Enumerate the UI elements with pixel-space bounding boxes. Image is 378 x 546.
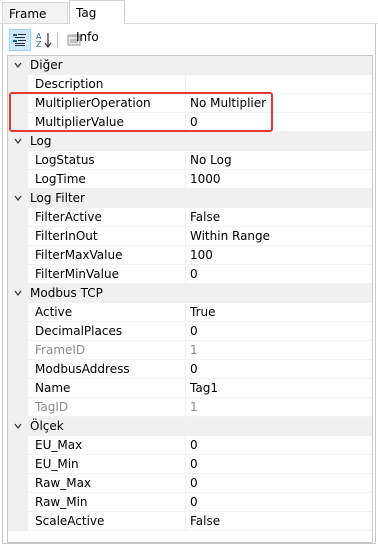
property-row[interactable]: FrameID 1 xyxy=(8,341,372,360)
category-label: Log Filter xyxy=(30,191,85,205)
property-value[interactable]: 0 xyxy=(186,322,372,341)
property-row[interactable]: Active True xyxy=(8,303,372,322)
property-name-readonly: TagID xyxy=(28,398,186,417)
property-row[interactable]: EU_Max 0 xyxy=(8,436,372,455)
property-name: Raw_Max xyxy=(28,474,186,493)
property-value[interactable]: 0 xyxy=(186,474,372,493)
property-row[interactable]: Description xyxy=(8,75,372,94)
property-value[interactable]: 0 xyxy=(186,360,372,379)
property-name: LogTime xyxy=(28,170,186,189)
property-value[interactable]: No Multiplier xyxy=(186,94,372,113)
property-name: Description xyxy=(28,75,186,94)
property-value[interactable]: Within Range xyxy=(186,227,372,246)
property-value[interactable]: True xyxy=(186,303,372,322)
property-value[interactable]: 0 xyxy=(186,493,372,512)
svg-text:Z: Z xyxy=(36,40,42,49)
property-row[interactable]: ModbusAddress 0 xyxy=(8,360,372,379)
category-row[interactable]: Log xyxy=(8,132,372,151)
property-value[interactable]: 0 xyxy=(186,265,372,284)
tab-strip: Frame Info Tag Info xyxy=(0,0,378,44)
property-value[interactable]: 0 xyxy=(186,455,372,474)
property-name: MultiplierOperation xyxy=(28,94,186,113)
property-row[interactable]: LogStatus No Log xyxy=(8,151,372,170)
alphabetical-icon: A Z xyxy=(36,32,52,49)
category-label: Diğer xyxy=(30,58,63,72)
property-row[interactable]: MultiplierOperation No Multiplier xyxy=(8,94,372,113)
property-name: ModbusAddress xyxy=(28,360,186,379)
property-name: EU_Min xyxy=(28,455,186,474)
property-row[interactable]: DecimalPlaces 0 xyxy=(8,322,372,341)
property-value-readonly: 1 xyxy=(186,341,372,360)
property-row[interactable]: FilterActive False xyxy=(8,208,372,227)
property-value-readonly: 1 xyxy=(186,398,372,417)
property-toolbar: A Z xyxy=(3,24,375,54)
property-value[interactable]: 0 xyxy=(186,436,372,455)
property-value[interactable]: False xyxy=(186,512,372,531)
property-grid: Diğer Description MultiplierOperation No … xyxy=(7,55,373,543)
property-name: EU_Max xyxy=(28,436,186,455)
property-row[interactable]: EU_Min 0 xyxy=(8,455,372,474)
property-name: Name xyxy=(28,379,186,398)
property-row[interactable]: FilterMaxValue 100 xyxy=(8,246,372,265)
property-name: FilterActive xyxy=(28,208,186,227)
property-row[interactable]: ScaleActive False xyxy=(8,512,372,531)
chevron-down-icon[interactable] xyxy=(14,138,22,144)
property-name: DecimalPlaces xyxy=(28,322,186,341)
category-label: Log xyxy=(30,134,52,148)
property-value[interactable] xyxy=(186,75,372,94)
category-row[interactable]: Log Filter xyxy=(8,189,372,208)
category-row[interactable]: Ölçek xyxy=(8,417,372,436)
alphabetical-button[interactable]: A Z xyxy=(33,29,55,51)
property-row[interactable]: Raw_Min 0 xyxy=(8,493,372,512)
toolbar-separator xyxy=(57,32,58,48)
category-label: Modbus TCP xyxy=(30,286,103,300)
property-row[interactable]: Name Tag1 xyxy=(8,379,372,398)
property-row[interactable]: TagID 1 xyxy=(8,398,372,417)
property-name-readonly: FrameID xyxy=(28,341,186,360)
property-name: MultiplierValue xyxy=(28,113,186,132)
property-panel: A Z Diğer Description MultiplierOperatio… xyxy=(2,24,376,544)
property-name: LogStatus xyxy=(28,151,186,170)
property-row[interactable]: Raw_Max 0 xyxy=(8,474,372,493)
chevron-down-icon[interactable] xyxy=(14,62,22,68)
property-row[interactable]: LogTime 1000 xyxy=(8,170,372,189)
categorized-button[interactable] xyxy=(9,29,31,51)
property-name: ScaleActive xyxy=(28,512,186,531)
property-row[interactable]: FilterMinValue 0 xyxy=(8,265,372,284)
property-value[interactable]: 100 xyxy=(186,246,372,265)
category-label: Ölçek xyxy=(30,419,64,433)
chevron-down-icon[interactable] xyxy=(14,423,22,429)
property-value[interactable]: False xyxy=(186,208,372,227)
property-value[interactable]: 0 xyxy=(186,113,372,132)
property-name: FilterInOut xyxy=(28,227,186,246)
category-row[interactable]: Diğer xyxy=(8,56,372,75)
property-row[interactable]: FilterInOut Within Range xyxy=(8,227,372,246)
tab-frame-info[interactable]: Frame Info xyxy=(2,2,68,43)
category-row[interactable]: Modbus TCP xyxy=(8,284,372,303)
property-value[interactable]: No Log xyxy=(186,151,372,170)
property-value[interactable]: 1000 xyxy=(186,170,372,189)
property-name: FilterMaxValue xyxy=(28,246,186,265)
property-row[interactable]: MultiplierValue 0 xyxy=(8,113,372,132)
property-name: Active xyxy=(28,303,186,322)
categorized-icon xyxy=(13,34,26,46)
property-name: FilterMinValue xyxy=(28,265,186,284)
property-value[interactable]: Tag1 xyxy=(186,379,372,398)
chevron-down-icon[interactable] xyxy=(14,290,22,296)
tab-tag-info[interactable]: Tag Info xyxy=(69,0,125,44)
property-name: Raw_Min xyxy=(28,493,186,512)
chevron-down-icon[interactable] xyxy=(14,195,22,201)
